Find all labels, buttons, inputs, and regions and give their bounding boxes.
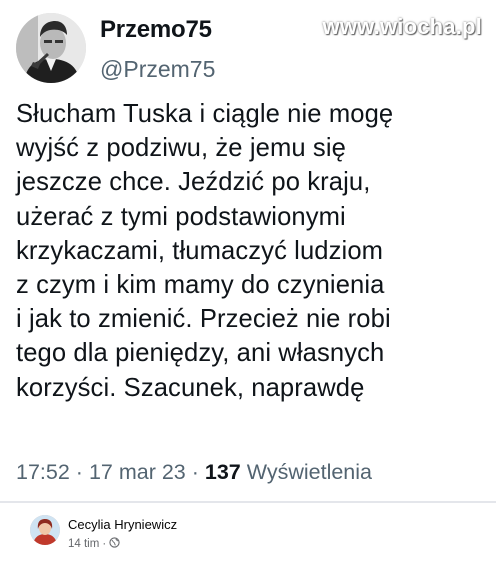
views-label: Wyświetlenia bbox=[246, 460, 372, 484]
tweet-text-line: Słucham Tuska i ciągle nie mogę bbox=[16, 100, 394, 128]
facebook-post-header: Cecylia Hryniewicz 14 tim · bbox=[0, 503, 496, 567]
tweet-text-line: jeszcze chce. Jeździć po kraju, bbox=[16, 168, 371, 197]
post-timestamp: 14 tim · bbox=[68, 537, 120, 551]
tweet-text-line: tego dla pieniędzy, ani własnych bbox=[16, 339, 385, 368]
tweet-text-line: krzykaczami, tłumaczyć ludziom bbox=[16, 236, 384, 265]
watermark: www.wiocha.pl bbox=[322, 14, 482, 39]
post-time[interactable]: 14 tim bbox=[68, 538, 99, 550]
tweet-time[interactable]: 17:52 bbox=[16, 460, 70, 484]
tweet-text-line: wyjść z podziwu, że jemu się bbox=[16, 134, 346, 163]
tweet-text: Słucham Tuska i ciągle nie mogę wyjść z … bbox=[16, 97, 492, 405]
avatar[interactable] bbox=[16, 13, 86, 83]
tweet-text-line: i jak to zmienić. Przecież nie robi bbox=[16, 305, 391, 334]
tweet-card: Przemo75 @Przem75 www.wiocha.pl Słucham … bbox=[0, 0, 496, 501]
tweet-date[interactable]: 17 mar 23 bbox=[89, 460, 186, 484]
author-name[interactable]: Cecylia Hryniewicz bbox=[68, 517, 177, 532]
meta-separator: · bbox=[191, 460, 205, 484]
time-separator: · bbox=[102, 538, 107, 550]
tweet-meta: 17:52 · 17 mar 23 · 137 Wyświetlenia bbox=[16, 460, 372, 485]
tweet-text-line: użerać z tymi podstawionymi bbox=[16, 202, 346, 231]
user-handle[interactable]: @Przem75 bbox=[100, 56, 215, 83]
views-count: 137 bbox=[204, 460, 241, 484]
meta-separator: · bbox=[75, 460, 89, 484]
tweet-text-line: korzyści. Szacunek, naprawdę bbox=[16, 373, 365, 402]
author-avatar[interactable] bbox=[30, 515, 60, 545]
globe-icon bbox=[109, 537, 120, 551]
author-portrait-icon bbox=[30, 515, 60, 545]
avatar-portrait-icon bbox=[16, 13, 86, 83]
display-name[interactable]: Przemo75 bbox=[100, 16, 212, 44]
tweet-text-line: z czym i kim mamy do czynienia bbox=[16, 271, 385, 300]
